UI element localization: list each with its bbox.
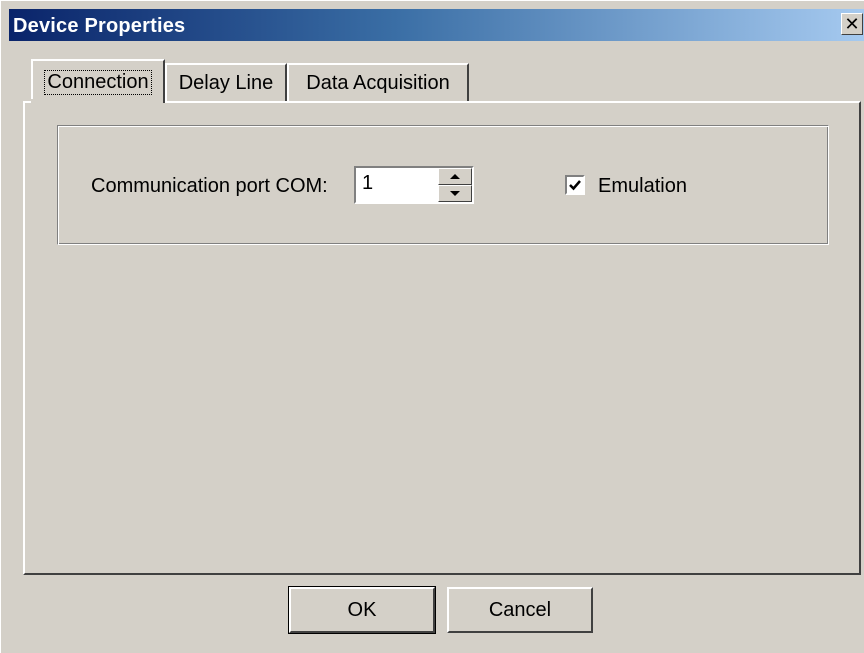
- cancel-button[interactable]: Cancel: [447, 587, 593, 633]
- arrow-down-icon: [450, 191, 460, 196]
- spin-down-button[interactable]: [438, 185, 472, 202]
- ok-button-label: OK: [347, 598, 377, 621]
- emulation-label[interactable]: Emulation: [598, 175, 687, 198]
- window-title: Device Properties: [13, 15, 186, 37]
- close-icon: ✕: [844, 14, 860, 34]
- cancel-button-label: Cancel: [488, 598, 552, 621]
- tab-delay-line[interactable]: Delay Line: [165, 63, 287, 101]
- tab-connection-label: Connection: [44, 69, 152, 95]
- spin-up-button[interactable]: [438, 168, 472, 185]
- active-tab-joint: [31, 99, 161, 105]
- com-port-spinner[interactable]: 1: [354, 166, 474, 204]
- device-properties-dialog: Device Properties ✕ Connection Delay Lin…: [0, 0, 864, 653]
- close-button[interactable]: ✕: [841, 13, 863, 35]
- tab-delay-line-label: Delay Line: [178, 71, 274, 94]
- title-bar[interactable]: Device Properties ✕: [9, 9, 864, 41]
- ok-button[interactable]: OK: [288, 586, 436, 634]
- emulation-checkbox[interactable]: [565, 175, 585, 195]
- port-label: Communication port COM:: [91, 175, 328, 197]
- tab-data-acquisition[interactable]: Data Acquisition: [287, 63, 469, 101]
- arrow-up-icon: [450, 174, 460, 179]
- spinner-buttons: [438, 168, 472, 202]
- checkmark-icon: [569, 180, 581, 191]
- tab-connection[interactable]: Connection: [31, 59, 165, 103]
- com-port-input[interactable]: 1: [362, 172, 373, 195]
- tab-data-acquisition-label: Data Acquisition: [306, 71, 450, 94]
